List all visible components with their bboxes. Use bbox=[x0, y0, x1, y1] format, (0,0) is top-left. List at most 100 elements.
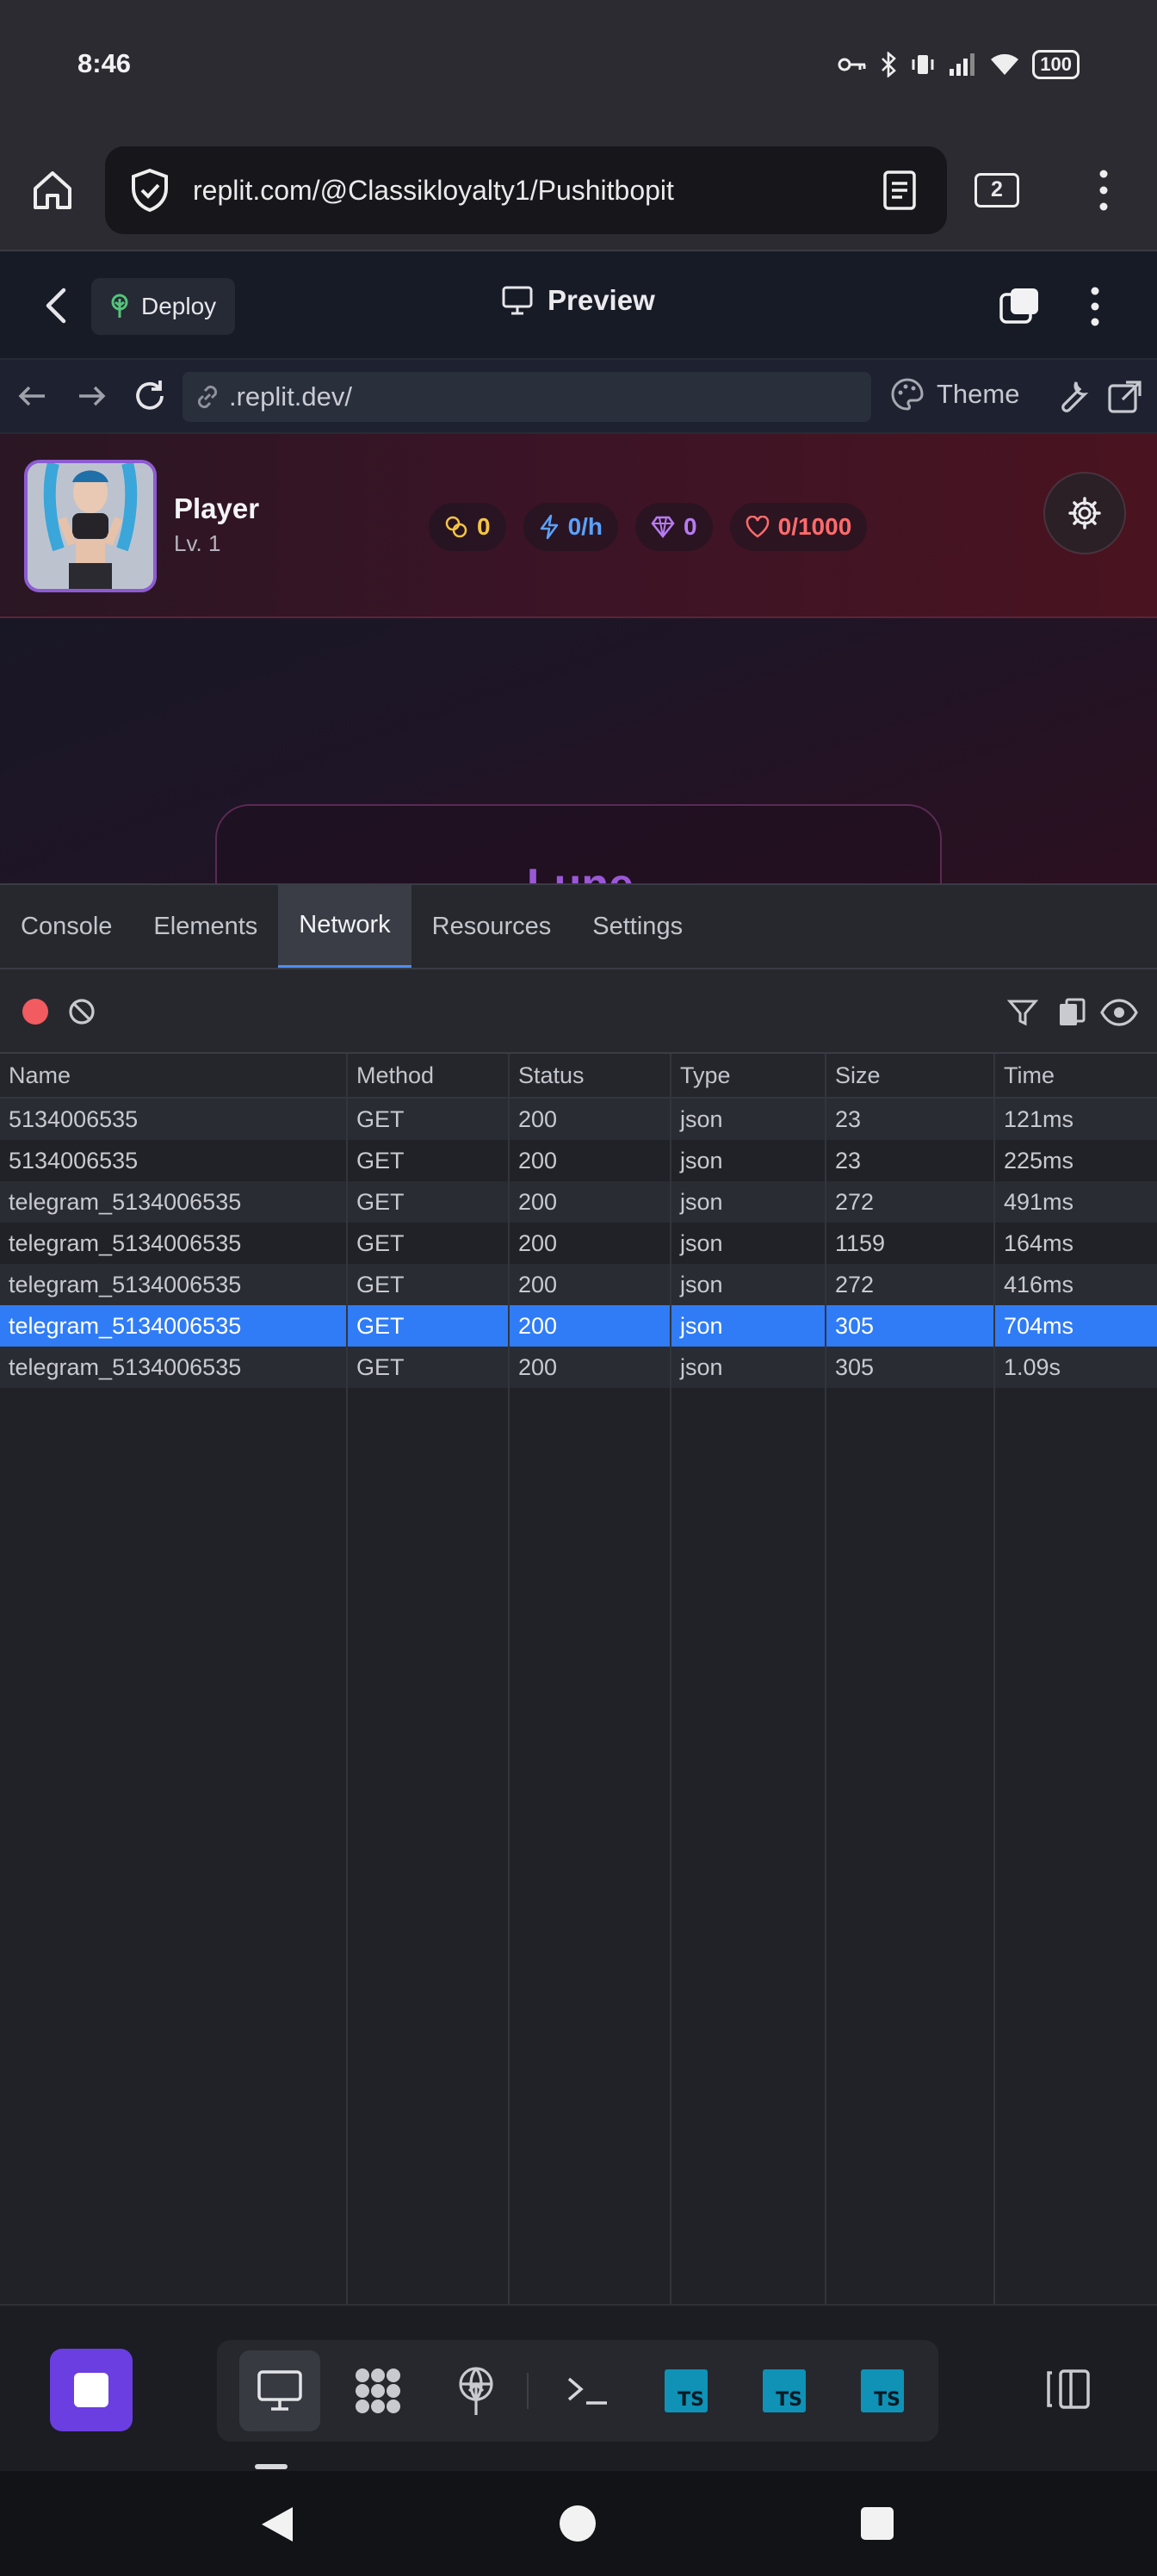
clear-log-icon[interactable] bbox=[67, 997, 96, 1026]
deploy-icon bbox=[111, 294, 128, 318]
rate-value: 0/h bbox=[567, 513, 603, 540]
packages-tool-button[interactable] bbox=[337, 2350, 418, 2431]
preview-url-text: .replit.dev/ bbox=[229, 381, 353, 412]
cell-size: 305 bbox=[835, 1312, 875, 1339]
column-header-status[interactable]: Status bbox=[510, 1054, 671, 1097]
deploy-globe-icon bbox=[459, 2367, 493, 2415]
stop-button[interactable] bbox=[50, 2349, 133, 2431]
player-header: Player Lv. 1 0 0/h 0 0/1000 bbox=[0, 434, 1157, 618]
table-row[interactable]: 5134006535 GET 200 json 23 121ms bbox=[0, 1099, 1157, 1140]
ts-file-tab-2[interactable]: TS bbox=[744, 2350, 825, 2431]
tool-separator bbox=[527, 2373, 529, 2409]
home-button[interactable] bbox=[26, 164, 79, 217]
typescript-file-icon: TS bbox=[861, 2369, 904, 2412]
column-divider bbox=[508, 1054, 510, 2306]
theme-button[interactable]: Theme bbox=[890, 377, 1019, 412]
record-button[interactable] bbox=[22, 999, 48, 1025]
cell-size: 23 bbox=[835, 1105, 862, 1132]
active-tool-indicator bbox=[255, 2464, 288, 2469]
preview-url-field[interactable]: .replit.dev/ bbox=[183, 372, 871, 422]
settings-button[interactable] bbox=[1043, 472, 1126, 554]
address-bar[interactable]: replit.com/@Classikloyalty1/Pushitbopit bbox=[105, 146, 947, 234]
pane-switch-icon[interactable] bbox=[999, 286, 1042, 325]
shell-tool-button[interactable] bbox=[548, 2350, 628, 2431]
workspace-tool-group: TS TS TS bbox=[217, 2340, 938, 2442]
avatar-image bbox=[28, 463, 153, 589]
home-circle-button[interactable] bbox=[560, 2505, 596, 2542]
cell-name: telegram_5134006535 bbox=[9, 1312, 242, 1339]
preview-title-label: Preview bbox=[548, 284, 655, 316]
clock: 8:46 bbox=[77, 48, 132, 78]
browser-menu-icon[interactable] bbox=[1093, 167, 1114, 214]
gear-icon bbox=[1068, 497, 1101, 529]
theme-label: Theme bbox=[937, 379, 1020, 409]
cell-method: GET bbox=[356, 1312, 405, 1339]
table-row[interactable]: telegram_5134006535 GET 200 json 1159 164ms bbox=[0, 1223, 1157, 1264]
cell-time: 121ms bbox=[1004, 1105, 1074, 1132]
player-level: Lv. 1 bbox=[174, 530, 221, 556]
eye-icon[interactable] bbox=[1100, 997, 1138, 1028]
column-header-time[interactable]: Time bbox=[995, 1054, 1157, 1097]
cell-time: 1.09s bbox=[1004, 1353, 1061, 1380]
preview-tool-button[interactable] bbox=[239, 2350, 320, 2431]
hearts-value: 0/1000 bbox=[777, 513, 852, 540]
preview-header: Deploy Preview bbox=[0, 251, 1157, 360]
deployments-tool-button[interactable] bbox=[436, 2350, 517, 2431]
recents-square-button[interactable] bbox=[861, 2507, 894, 2540]
devtools-wrench-icon[interactable] bbox=[1052, 377, 1092, 417]
coins-stat: 0 bbox=[429, 503, 506, 551]
cell-type: json bbox=[680, 1353, 723, 1380]
column-header-method[interactable]: Method bbox=[348, 1054, 510, 1097]
column-header-name[interactable]: Name bbox=[0, 1054, 348, 1097]
character-card[interactable]: Lune bbox=[215, 804, 942, 883]
open-in-new-tab-icon[interactable] bbox=[1105, 377, 1145, 417]
table-row[interactable]: telegram_5134006535 GET 200 json 272 416ms bbox=[0, 1264, 1157, 1305]
tab-resources[interactable]: Resources bbox=[411, 885, 572, 968]
monitor-icon bbox=[502, 286, 533, 315]
coins-icon bbox=[445, 516, 467, 538]
table-row[interactable]: telegram_5134006535 GET 200 json 272 491ms bbox=[0, 1181, 1157, 1223]
cell-size: 23 bbox=[835, 1147, 862, 1173]
cell-status: 200 bbox=[518, 1271, 558, 1297]
nav-forward-arrow-icon[interactable] bbox=[72, 377, 110, 415]
player-avatar[interactable] bbox=[24, 460, 157, 592]
tab-switcher-button[interactable]: 2 bbox=[974, 173, 1019, 207]
tab-network[interactable]: Network bbox=[278, 885, 411, 968]
link-icon bbox=[197, 385, 218, 409]
preview-menu-icon[interactable] bbox=[1086, 284, 1104, 329]
cell-method: GET bbox=[356, 1105, 405, 1132]
cell-size: 272 bbox=[835, 1271, 875, 1297]
back-triangle-icon[interactable] bbox=[258, 2504, 296, 2545]
back-chevron-icon[interactable] bbox=[38, 283, 77, 328]
browser-toolbar: replit.com/@Classikloyalty1/Pushitbopit … bbox=[0, 129, 1157, 251]
wifi-icon bbox=[991, 53, 1019, 75]
nav-back-arrow-icon[interactable] bbox=[14, 377, 52, 415]
column-header-type[interactable]: Type bbox=[671, 1054, 826, 1097]
filter-icon[interactable] bbox=[1007, 997, 1038, 1028]
cell-status: 200 bbox=[518, 1312, 558, 1339]
site-security-button[interactable] bbox=[127, 168, 172, 213]
ts-file-tab-1[interactable]: TS bbox=[646, 2350, 727, 2431]
reload-icon[interactable] bbox=[131, 377, 169, 415]
reader-mode-button[interactable] bbox=[878, 169, 921, 212]
status-bar: 8:46 100 bbox=[0, 0, 1157, 129]
table-row[interactable]: 5134006535 GET 200 json 23 225ms bbox=[0, 1140, 1157, 1181]
deploy-button[interactable]: Deploy bbox=[91, 278, 236, 335]
tab-settings[interactable]: Settings bbox=[572, 885, 703, 968]
table-row[interactable]: telegram_5134006535 GET 200 json 305 704ms bbox=[0, 1305, 1157, 1347]
url-text[interactable]: replit.com/@Classikloyalty1/Pushitbopit bbox=[193, 175, 878, 207]
vpn-key-icon bbox=[838, 58, 866, 71]
panel-layout-icon[interactable] bbox=[1042, 2368, 1093, 2411]
cell-name: telegram_5134006535 bbox=[9, 1353, 242, 1380]
coins-value: 0 bbox=[477, 513, 491, 540]
cell-type: json bbox=[680, 1188, 723, 1215]
column-divider bbox=[993, 1054, 995, 2306]
column-header-size[interactable]: Size bbox=[826, 1054, 995, 1097]
tab-console[interactable]: Console bbox=[0, 885, 133, 968]
table-row[interactable]: telegram_5134006535 GET 200 json 305 1.09s bbox=[0, 1347, 1157, 1388]
lightning-icon bbox=[540, 514, 558, 540]
ts-file-tab-3[interactable]: TS bbox=[842, 2350, 923, 2431]
copy-icon[interactable] bbox=[1057, 997, 1086, 1028]
tab-elements[interactable]: Elements bbox=[133, 885, 278, 968]
devtools-panel: Console Elements Network Resources Setti… bbox=[0, 883, 1157, 2306]
